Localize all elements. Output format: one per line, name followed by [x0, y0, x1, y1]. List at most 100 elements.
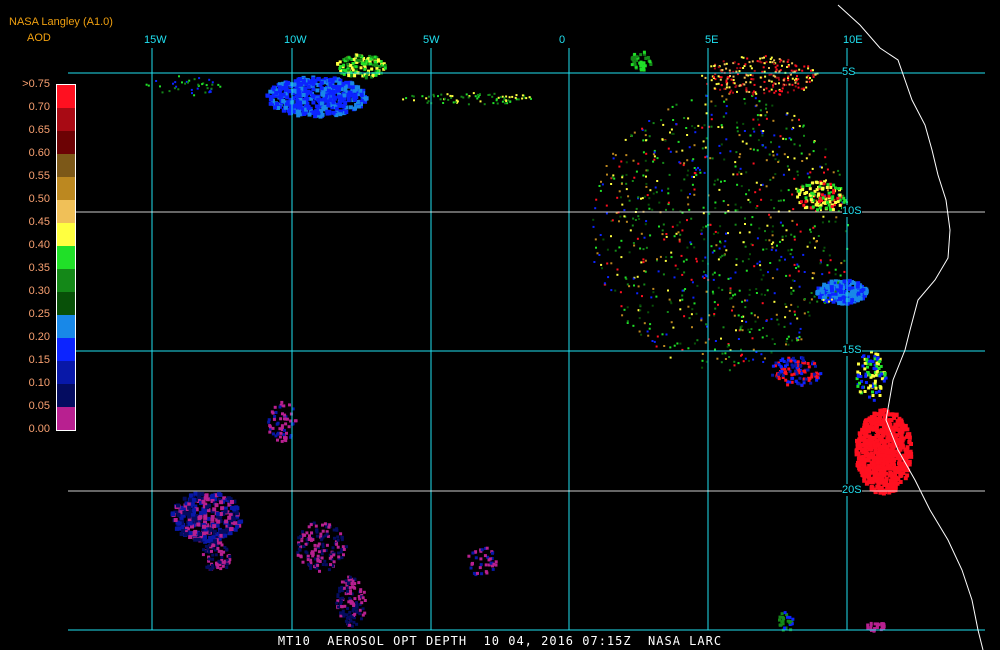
aerosol-pixel	[614, 249, 617, 252]
aerosol-pixel	[816, 208, 819, 212]
aerosol-pixel	[798, 285, 801, 288]
aerosol-pixel	[681, 273, 684, 276]
aerosol-pixel	[215, 563, 219, 567]
aerosol-pixel	[344, 579, 348, 583]
aerosol-pixel	[345, 613, 349, 617]
aerosol-pixel	[307, 538, 311, 541]
aerosol-pixel	[360, 61, 364, 65]
aerosol-pixel	[876, 356, 880, 360]
aerosol-pixel	[719, 78, 722, 81]
aerosol-pixel	[643, 195, 646, 198]
aerosol-pixel	[805, 157, 808, 160]
aerosol-pixel	[791, 339, 794, 342]
legend-swatch	[57, 384, 75, 407]
aerosol-pixel	[690, 99, 693, 102]
aerosol-pixel	[779, 135, 782, 138]
aerosol-pixel	[720, 124, 723, 127]
aerosol-pixel	[859, 375, 863, 378]
aerosol-pixel	[875, 443, 880, 448]
aerosol-pixel	[734, 165, 737, 168]
aerosol-pixel	[636, 237, 639, 240]
aerosol-pixel	[514, 96, 517, 99]
aerosol-pixel	[776, 268, 779, 271]
aerosol-pixel	[662, 273, 665, 276]
aerosol-pixel	[800, 338, 803, 341]
aerosol-pixel	[828, 220, 831, 223]
aerosol-pixel	[296, 553, 300, 557]
aerosol-pixel	[749, 81, 752, 84]
aerosol-pixel	[812, 237, 815, 240]
aerosol-pixel	[740, 316, 743, 318]
aerosol-pixel	[224, 519, 229, 524]
aerosol-pixel	[711, 157, 714, 160]
aerosol-pixel	[790, 233, 793, 236]
legend-swatch	[57, 108, 75, 131]
aerosol-pixel	[484, 570, 488, 574]
aerosol-pixel	[747, 198, 750, 201]
aerosol-pixel	[774, 158, 777, 161]
aerosol-pixel	[822, 182, 826, 186]
aerosol-pixel	[839, 274, 842, 277]
aerosol-pixel	[784, 364, 787, 368]
aerosol-pixel	[764, 230, 766, 233]
aerosol-pixel	[605, 212, 608, 215]
aerosol-pixel	[803, 192, 807, 195]
aerosol-pixel	[374, 60, 377, 64]
aerosol-pixel	[819, 372, 823, 376]
aerosol-pixel	[748, 91, 751, 93]
aerosol-pixel	[814, 364, 817, 368]
aerosol-pixel	[645, 220, 648, 223]
aerosol-pixel	[752, 118, 755, 121]
aerosol-pixel	[866, 626, 870, 630]
aerosol-pixel	[225, 566, 229, 569]
aerosol-pixel	[864, 291, 869, 296]
aerosol-pixel	[738, 70, 741, 73]
aerosol-pixel	[819, 262, 822, 265]
aerosol-pixel	[806, 362, 810, 365]
aerosol-pixel	[808, 153, 811, 156]
aerosol-pixel	[625, 173, 628, 176]
aerosol-pixel	[497, 96, 500, 99]
aerosol-pixel	[796, 360, 800, 364]
aerosol-pixel	[874, 426, 879, 431]
aerosol-pixel	[821, 196, 825, 200]
aerosol-pixel	[749, 253, 751, 256]
aerosol-pixel	[751, 216, 754, 219]
aerosol-pixel	[525, 97, 528, 100]
aerosol-pixel	[184, 82, 187, 85]
aerosol-pixel	[201, 553, 205, 557]
aerosol-pixel	[788, 621, 792, 625]
aerosol-pixel	[667, 147, 670, 150]
aerosol-pixel	[340, 538, 344, 542]
aerosol-pixel	[827, 296, 830, 299]
aerosol-pixel	[492, 562, 496, 566]
aerosol-pixel	[759, 85, 762, 88]
aerosol-pixel	[881, 491, 886, 496]
aerosol-pixel	[704, 146, 707, 149]
aerosol-pixel	[346, 620, 350, 624]
aerosol-pixel	[757, 139, 760, 142]
aerosol-pixel	[658, 201, 661, 204]
aerosol-pixel	[339, 532, 343, 536]
aerosol-pixel	[770, 318, 773, 321]
aerosol-pixel	[493, 92, 496, 95]
aerosol-pixel	[731, 309, 733, 312]
aerosol-pixel	[714, 179, 717, 182]
aerosol-pixel	[182, 496, 187, 501]
aerosol-pixel	[282, 404, 286, 408]
aerosol-pixel	[472, 92, 475, 95]
aerosol-pixel	[815, 181, 819, 185]
aerosol-pixel	[327, 78, 332, 83]
aerosol-pixel	[838, 284, 843, 289]
aerosol-pixel	[703, 171, 706, 174]
aerosol-pixel	[337, 87, 341, 92]
aerosol-pixel	[884, 376, 888, 380]
aerosol-pixel	[360, 617, 363, 621]
aerosol-pixel	[719, 152, 722, 155]
legend-swatch	[57, 269, 75, 292]
aerosol-pixel	[812, 150, 815, 153]
aerosol-pixel	[348, 575, 352, 579]
aerosol-pixel	[340, 585, 344, 589]
aerosol-pixel	[757, 316, 759, 319]
aerosol-pixel	[632, 277, 635, 280]
